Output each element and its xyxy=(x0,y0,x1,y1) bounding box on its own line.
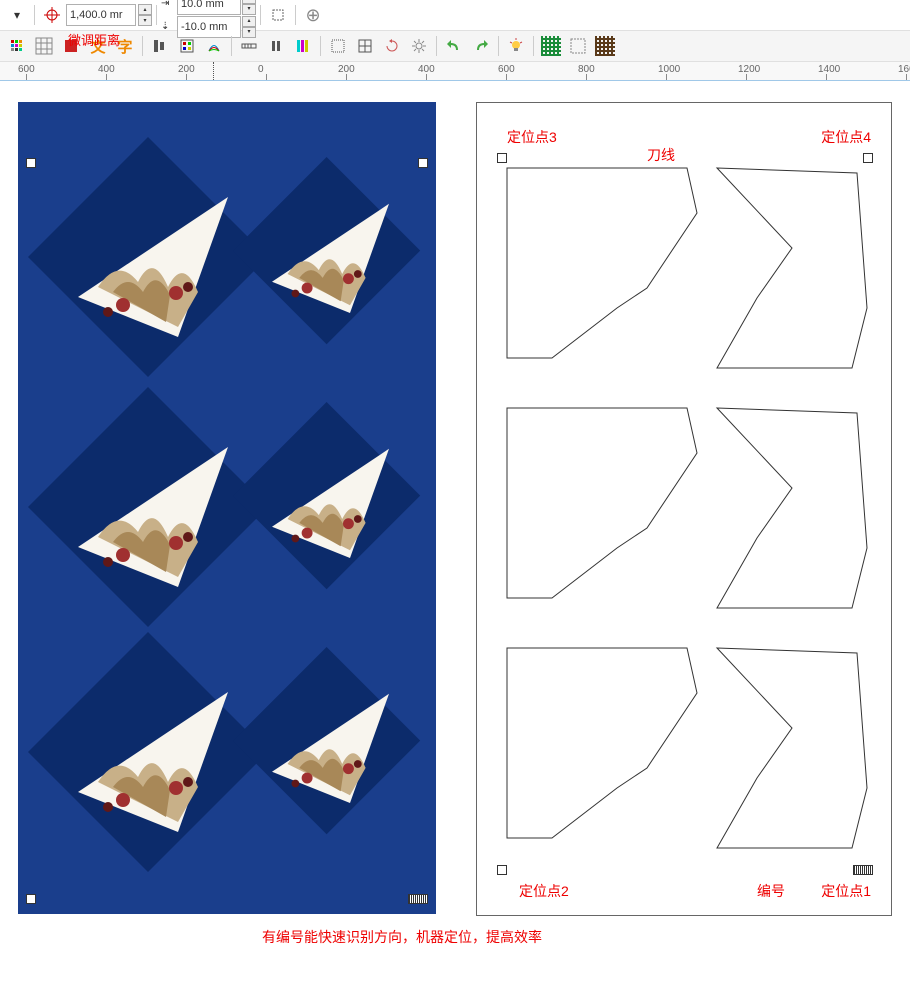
ruler-tick: 1000 xyxy=(658,64,680,75)
dup-y-icon: ⇣ xyxy=(161,21,177,32)
nudge-distance-input[interactable]: 1,400.0 mr xyxy=(66,4,136,26)
nudge-label: 微调距离 xyxy=(68,30,120,49)
ruler-tick: 1200 xyxy=(738,64,760,75)
rotate-icon[interactable] xyxy=(379,34,405,58)
cmyk-bars-icon[interactable] xyxy=(290,34,316,58)
macro-toolbar: 文 字 xyxy=(0,31,910,62)
qr-green-icon[interactable] xyxy=(538,34,564,58)
canvas-area[interactable]: 定位点3 定位点4 刀线 定位点2 编号 定位点1 xyxy=(0,82,910,981)
left-art-svg xyxy=(18,102,436,914)
ruler-origin-marker xyxy=(213,62,214,80)
undo-icon[interactable] xyxy=(441,34,467,58)
left-artboard[interactable] xyxy=(18,102,436,914)
right-artboard[interactable]: 定位点3 定位点4 刀线 定位点2 编号 定位点1 xyxy=(476,102,892,916)
add-button[interactable]: ⊕ xyxy=(300,3,326,27)
color-picker-icon[interactable] xyxy=(4,34,30,58)
bulb-icon[interactable] xyxy=(503,34,529,58)
bottom-note: 有编号能快速识别方向，机器定位，提高效率 xyxy=(262,927,542,947)
redo-icon[interactable] xyxy=(468,34,494,58)
grid-pattern-icon[interactable] xyxy=(31,34,57,58)
blue-background xyxy=(18,102,436,914)
dropdown-button[interactable]: ▾ xyxy=(4,3,30,27)
gear-icon[interactable] xyxy=(406,34,432,58)
dup-x-icon: ⇥ xyxy=(161,0,177,9)
center-guides-icon[interactable] xyxy=(352,34,378,58)
drawing-stage: 6004002000200400600800100012001400160018… xyxy=(0,62,910,981)
nudge-target-icon[interactable] xyxy=(39,3,65,27)
swatch-icon[interactable] xyxy=(174,34,200,58)
ruler-tick: 1600 xyxy=(898,64,910,75)
property-bar-row1: ▾ 1,400.0 mr ▴▾ ⇥ 10.0 mm ▴▾ ⇣ -10.0 mm … xyxy=(0,0,910,31)
right-outline-svg xyxy=(477,103,891,915)
horizontal-ruler[interactable]: 6004002000200400600800100012001400160018… xyxy=(0,62,910,81)
page-border-icon[interactable] xyxy=(325,34,351,58)
ruler-tool-icon[interactable] xyxy=(236,34,262,58)
swirl-icon[interactable] xyxy=(201,34,227,58)
ruler-tick: 1400 xyxy=(818,64,840,75)
pause-icon[interactable] xyxy=(263,34,289,58)
selection-dashed-icon[interactable] xyxy=(565,34,591,58)
nudge-spinner[interactable]: ▴▾ xyxy=(138,4,152,26)
align-icon[interactable] xyxy=(147,34,173,58)
ruler-tick: 0 xyxy=(258,64,264,75)
crop-tool-icon[interactable] xyxy=(265,3,291,27)
duplicate-x-input[interactable]: 10.0 mm xyxy=(177,0,241,15)
dup-x-spinner[interactable]: ▴▾ xyxy=(242,0,256,15)
qr-brown-icon[interactable] xyxy=(592,34,618,58)
